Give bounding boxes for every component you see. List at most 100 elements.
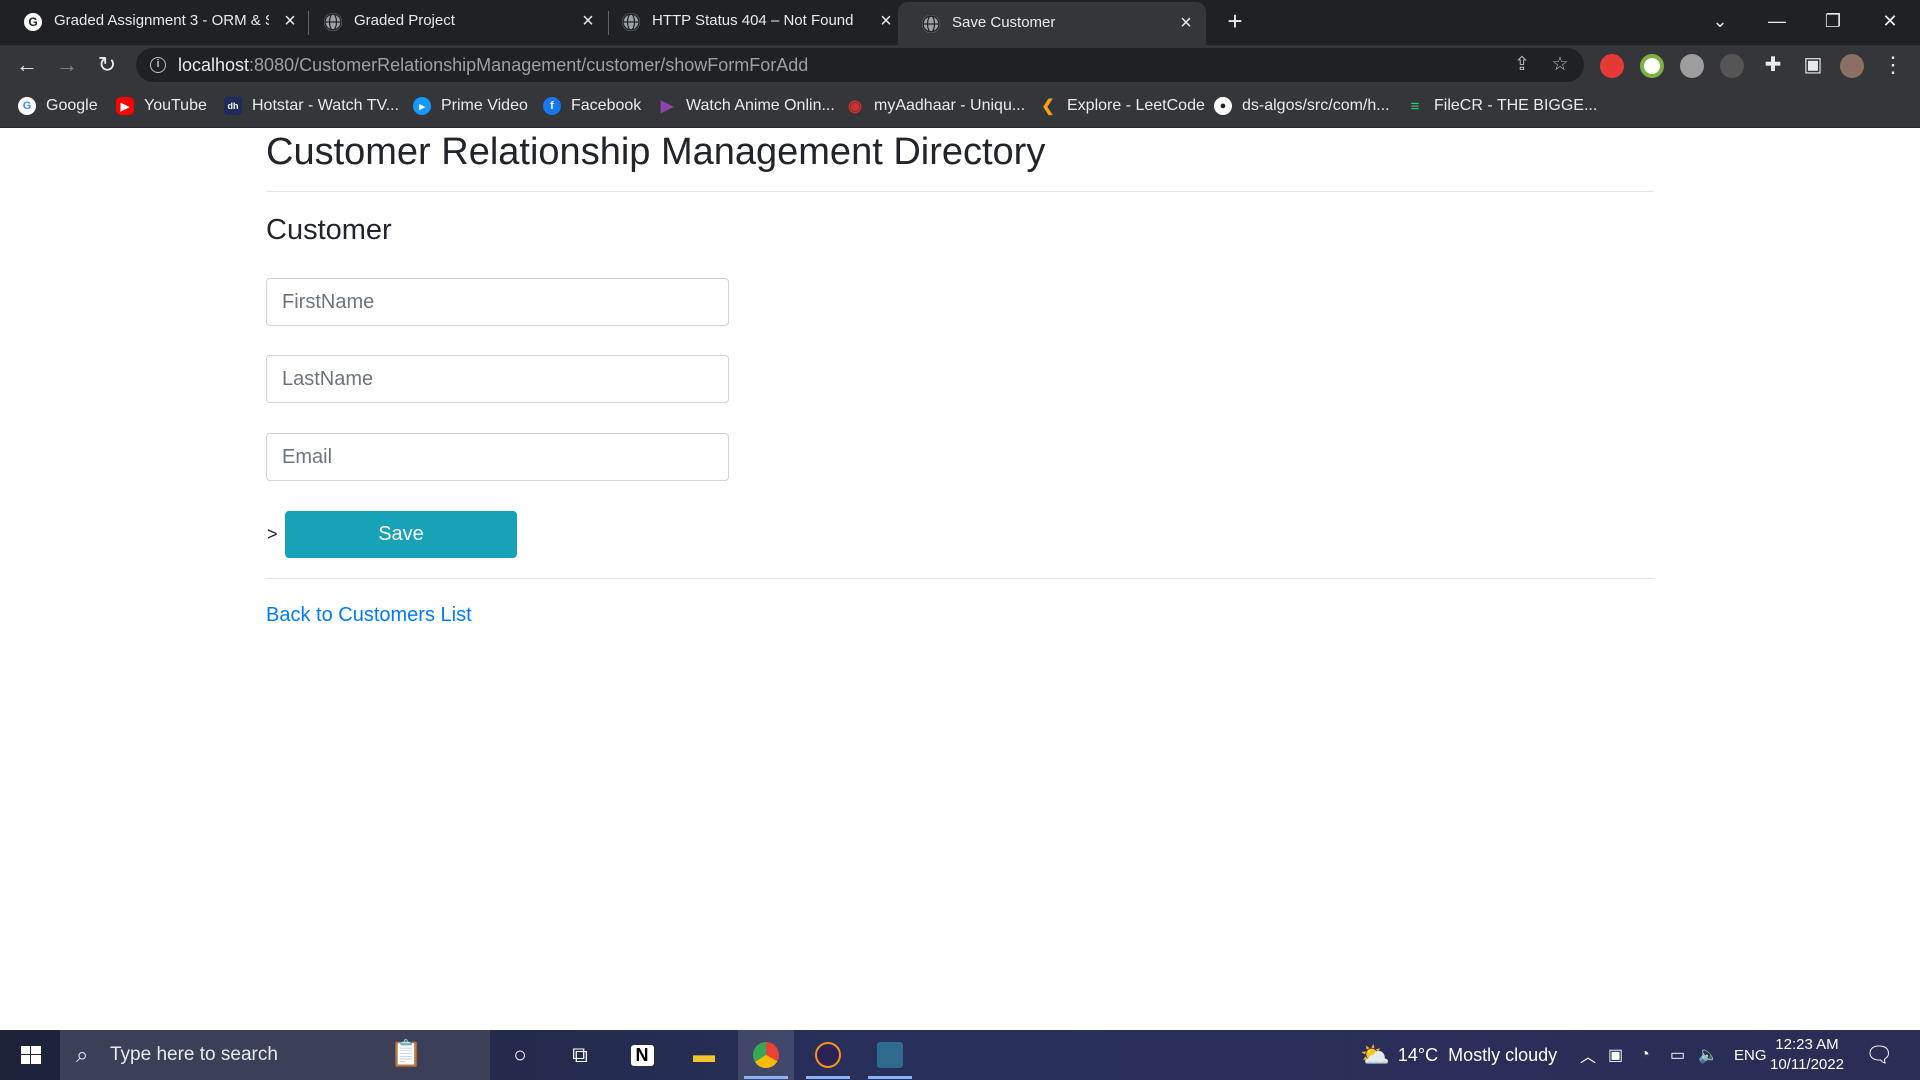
notion-icon[interactable]: N — [614, 1030, 670, 1080]
divider — [266, 191, 1654, 192]
email-input[interactable] — [266, 433, 729, 481]
extension-circle-icon[interactable] — [1720, 54, 1744, 78]
tab-title: HTTP Status 404 – Not Found — [652, 12, 854, 29]
tab-save-customer[interactable]: Save Customer × — [898, 2, 1206, 45]
tab-strip: G Graded Assignment 3 - ORM & S × Graded… — [0, 0, 1920, 45]
mysql-workbench-icon[interactable] — [862, 1030, 918, 1080]
bookmark-anime[interactable]: ▶ Watch Anime Onlin... — [658, 95, 835, 117]
close-icon[interactable]: × — [1176, 12, 1196, 34]
hotstar-icon: dh — [224, 97, 242, 115]
volume-icon[interactable]: 🔈 — [1698, 1030, 1718, 1080]
profile-avatar[interactable] — [1840, 54, 1864, 78]
url-path: :8080/CustomerRelationshipManagement/cus… — [249, 55, 809, 75]
site-info-icon[interactable]: i — [150, 57, 166, 73]
tab-title: Graded Assignment 3 - ORM & S — [54, 12, 269, 29]
bookmark-prime-video[interactable]: ▸ Prime Video — [413, 95, 528, 117]
globe-icon — [922, 15, 940, 33]
new-tab-button[interactable]: + — [1220, 6, 1250, 36]
bookmark-youtube[interactable]: ▶ YouTube — [116, 95, 207, 117]
divider — [266, 578, 1654, 579]
clock-time: 12:23 AM — [1775, 1036, 1839, 1053]
file-explorer-icon[interactable]: ▬ — [676, 1030, 732, 1080]
last-name-input[interactable] — [266, 355, 729, 403]
eclipse-icon[interactable] — [800, 1030, 856, 1080]
extension-cloud-icon[interactable] — [1680, 54, 1704, 78]
cortana-icon[interactable]: ○ — [492, 1030, 548, 1080]
url-text[interactable]: localhost:8080/CustomerRelationshipManag… — [178, 55, 808, 76]
first-name-input[interactable] — [266, 278, 729, 326]
task-view-icon[interactable]: ⧉ — [552, 1030, 608, 1080]
aadhaar-icon: ◉ — [848, 98, 862, 115]
taskbar-clock[interactable]: 12:23 AM 10/11/2022 — [1770, 1035, 1844, 1075]
tab-search-chevron-icon[interactable]: ⌄ — [1700, 6, 1740, 36]
browser-toolbar: ← → ↻ i localhost:8080/CustomerRelations… — [0, 45, 1920, 85]
bookmark-google[interactable]: G Google — [18, 95, 98, 117]
tray-chevron-icon[interactable]: ︿ — [1580, 1030, 1596, 1080]
save-button[interactable]: Save — [285, 511, 517, 558]
google-g-icon: G — [24, 13, 42, 31]
leetcode-icon: ❮ — [1041, 98, 1055, 115]
close-icon[interactable]: × — [280, 10, 300, 32]
chrome-icon[interactable] — [738, 1030, 794, 1080]
prime-video-icon: ▸ — [413, 97, 431, 115]
weather-widget[interactable]: ⛅ 14°C Mostly cloudy — [1360, 1030, 1557, 1080]
bookmark-label: Google — [46, 97, 98, 114]
notification-icon[interactable]: 🗨 — [1865, 1030, 1893, 1080]
anime-icon: ▶ — [660, 98, 674, 115]
reload-icon[interactable]: ↻ — [94, 52, 120, 78]
page-title: Customer Relationship Management Directo… — [266, 131, 1046, 173]
language-indicator[interactable]: ENG — [1734, 1030, 1767, 1080]
taskbar-search-box[interactable]: ⌕ Type here to search 📋 — [60, 1030, 490, 1080]
forward-arrow-icon[interactable]: → — [54, 52, 80, 78]
bookmark-label: Prime Video — [441, 97, 528, 114]
youtube-icon: ▶ — [116, 97, 134, 115]
side-panel-icon[interactable]: ▣ — [1800, 52, 1826, 78]
tab-title: Graded Project — [354, 12, 455, 29]
bookmark-leetcode[interactable]: ❮ Explore - LeetCode — [1039, 95, 1205, 117]
bookmark-facebook[interactable]: f Facebook — [543, 95, 641, 117]
filecr-icon: ≡ — [1410, 97, 1420, 115]
extension-chrome-icon[interactable] — [1640, 54, 1664, 78]
stray-text: > — [267, 524, 278, 544]
tab-graded-project[interactable]: Graded Project × — [300, 0, 598, 45]
bookmark-label: myAadhaar - Uniqu... — [874, 97, 1026, 114]
share-icon[interactable]: ⇪ — [1510, 53, 1534, 77]
minimize-button[interactable]: — — [1757, 6, 1797, 36]
restore-button[interactable]: ❐ — [1813, 6, 1853, 36]
back-to-customers-link[interactable]: Back to Customers List — [266, 604, 472, 627]
bookmark-star-icon[interactable]: ☆ — [1548, 53, 1572, 77]
globe-icon — [622, 13, 640, 31]
close-icon[interactable]: × — [876, 10, 896, 32]
windows-taskbar: ⌕ Type here to search 📋 ○ ⧉ N ▬ ⛅ 14°C M… — [0, 1030, 1920, 1080]
globe-icon — [324, 13, 342, 31]
close-window-button[interactable]: ✕ — [1870, 6, 1910, 36]
bookmark-hotstar[interactable]: dh Hotstar - Watch TV... — [224, 95, 399, 117]
cloud-sun-icon: ⛅ — [1360, 1041, 1390, 1069]
bookmark-aadhaar[interactable]: ◉ myAadhaar - Uniqu... — [846, 95, 1025, 117]
bookmark-filecr[interactable]: ≡ FileCR - THE BIGGE... — [1406, 95, 1598, 117]
close-icon[interactable]: × — [578, 10, 598, 32]
weather-temperature: 14°C — [1397, 1044, 1439, 1065]
wifi-icon[interactable]: ◔ — [1640, 1030, 1650, 1080]
menu-dots-icon[interactable]: ⋮ — [1880, 52, 1906, 78]
battery-icon[interactable]: ▭ — [1670, 1030, 1685, 1080]
bookmark-label: Facebook — [571, 97, 642, 114]
address-bar[interactable]: i localhost:8080/CustomerRelationshipMan… — [136, 48, 1584, 82]
page-content: Customer Relationship Management Directo… — [0, 128, 1920, 1030]
google-icon: G — [18, 97, 36, 115]
back-arrow-icon[interactable]: ← — [14, 52, 40, 78]
extensions-puzzle-icon[interactable]: ✚ — [1760, 52, 1786, 78]
weather-description: Mostly cloudy — [1448, 1044, 1558, 1065]
bookmarks-bar: G Google ▶ YouTube dh Hotstar - Watch TV...… — [0, 85, 1920, 128]
bookmark-label: Hotstar - Watch TV... — [252, 97, 400, 114]
extension-red-icon[interactable] — [1600, 54, 1624, 78]
bookmark-github[interactable]: ● ds-algos/src/com/h... — [1214, 95, 1390, 117]
windows-start-icon[interactable] — [8, 1039, 54, 1071]
tab-graded-assignment[interactable]: G Graded Assignment 3 - ORM & S × — [0, 0, 300, 45]
clock-date: 10/11/2022 — [1770, 1056, 1844, 1073]
bookmark-label: Watch Anime Onlin... — [686, 97, 835, 114]
tray-network-status-icon[interactable]: ▣ — [1608, 1030, 1623, 1080]
bookmark-label: Explore - LeetCode — [1067, 97, 1205, 114]
tab-http-404[interactable]: HTTP Status 404 – Not Found × — [598, 0, 896, 45]
tab-title: Save Customer — [952, 14, 1056, 31]
